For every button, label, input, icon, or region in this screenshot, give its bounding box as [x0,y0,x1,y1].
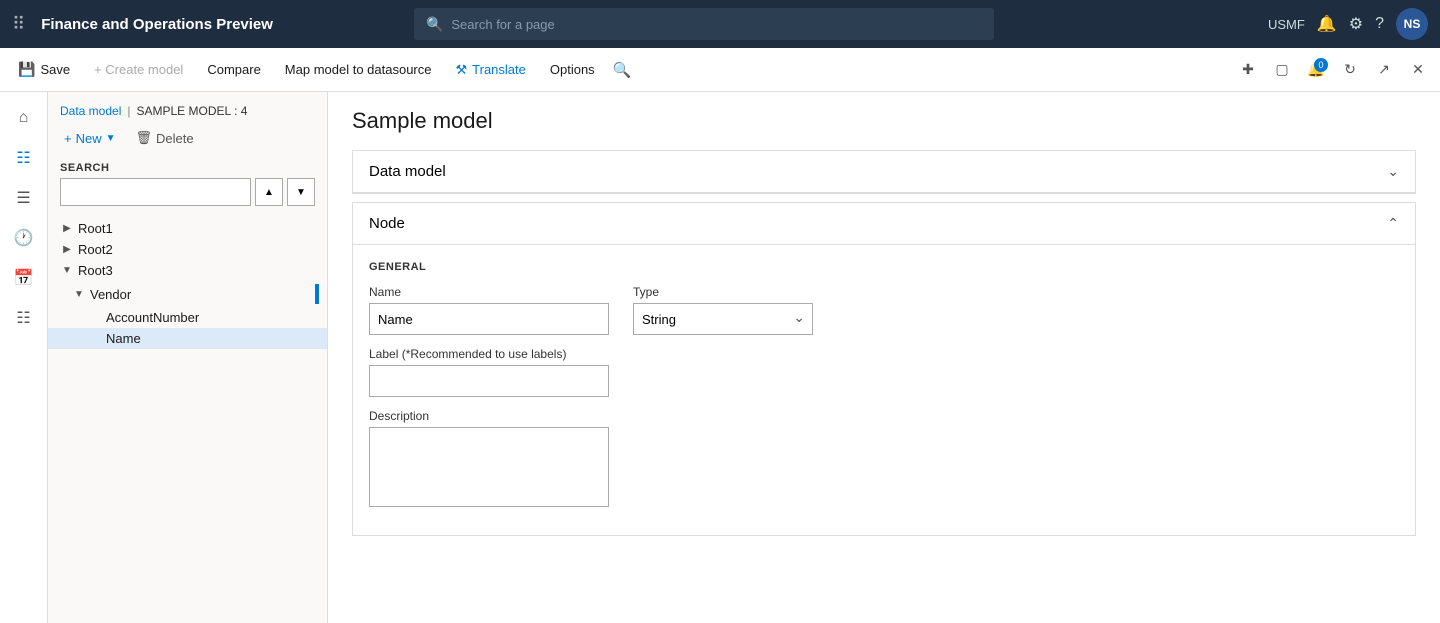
tree-arrow-root1: ▶ [60,222,74,236]
form-left: Name Label (*Recommended to use labels) … [369,285,609,519]
search-section: SEARCH ▲ ▼ [48,158,327,214]
tree-arrow-accountnumber [88,311,102,325]
search-down-arrow[interactable]: ▼ [287,178,315,206]
data-model-chevron-down-icon: ⌄ [1387,163,1399,180]
options-button[interactable]: Options [540,58,605,81]
main-layout: ⌂ ☷ ☰ 🕐 📅 ☷ Data model | SAMPLE MODEL : … [0,92,1440,623]
general-section-title: GENERAL [369,261,1399,273]
sidebar-home-icon[interactable]: ⌂ [6,100,42,136]
top-nav: ⠿ Finance and Operations Preview 🔍 USMF … [0,0,1440,48]
toolbar-close-icon[interactable]: ✕ [1404,56,1432,84]
tree-search-input[interactable] [60,178,251,206]
delete-icon: 🗑 [136,130,153,146]
left-toolbar: + New ▼ 🗑 Delete [48,126,327,158]
tree-item-root3[interactable]: ▼ Root3 [48,260,327,281]
form-row-main: Name Label (*Recommended to use labels) … [369,285,1399,519]
node-accordion: Node ⌃ GENERAL Name Label (*Recommended … [352,202,1416,536]
node-accordion-header[interactable]: Node ⌃ [353,203,1415,245]
drag-handle [315,284,319,304]
delete-button[interactable]: 🗑 Delete [128,126,202,150]
toolbar-refresh-icon[interactable]: ↻ [1336,56,1364,84]
new-button[interactable]: + New ▼ [56,127,124,150]
map-model-button[interactable]: Map model to datasource [275,58,442,81]
tree-arrow-vendor: ▼ [72,287,86,301]
page-title: Sample model [352,108,1416,134]
search-up-arrow[interactable]: ▲ [255,178,283,206]
tree: ▶ Root1 ▶ Root2 ▼ Root3 ▼ Vendor A [48,214,327,615]
sidebar-clock-icon[interactable]: 🕐 [6,220,42,256]
description-form-group: Description [369,409,609,507]
search-row: ▲ ▼ [60,178,315,206]
notification-badge: 0 [1314,58,1328,72]
left-panel: Data model | SAMPLE MODEL : 4 + New ▼ 🗑 … [48,92,328,623]
translate-button[interactable]: ⚒ Translate [446,58,536,82]
type-form-group: Type String Integer Real Date DateTime B… [633,285,813,335]
name-label: Name [369,285,609,299]
label-form-group: Label (*Recommended to use labels) [369,347,609,397]
top-nav-right: USMF 🔔 ⚙ ? NS [1268,8,1428,40]
node-accordion-content: GENERAL Name Label (*Recommended to use … [353,245,1415,535]
bell-icon[interactable]: 🔔 [1317,14,1337,34]
toolbar-layout-icon[interactable]: ▢ [1268,56,1296,84]
node-chevron-up-icon: ⌃ [1387,215,1399,232]
tree-item-root1[interactable]: ▶ Root1 [48,218,327,239]
description-label: Description [369,409,609,423]
breadcrumb-current: SAMPLE MODEL : 4 [137,104,248,118]
sidebar-filter-icon[interactable]: ☷ [6,140,42,176]
new-dropdown-icon: ▼ [106,133,116,144]
type-select[interactable]: String Integer Real Date DateTime Boolea… [633,303,813,335]
search-icon: 🔍 [426,16,443,33]
search-box[interactable]: 🔍 [414,8,994,40]
settings-icon[interactable]: ⚙ [1349,14,1363,34]
name-form-group: Name [369,285,609,335]
node-accordion-title: Node [369,215,405,232]
breadcrumb-link[interactable]: Data model [60,104,121,118]
name-input[interactable] [369,303,609,335]
data-model-accordion: Data model ⌄ [352,150,1416,194]
main-toolbar: 💾 Save + Create model Compare Map model … [0,48,1440,92]
org-label: USMF [1268,17,1305,32]
type-label: Type [633,285,813,299]
breadcrumb: Data model | SAMPLE MODEL : 4 [48,100,327,126]
toolbar-grid-icon[interactable]: ✚ [1234,56,1262,84]
compare-button[interactable]: Compare [197,58,270,81]
sidebar-icons: ⌂ ☷ ☰ 🕐 📅 ☷ [0,92,48,623]
grid-icon[interactable]: ⠿ [12,14,25,35]
description-textarea[interactable] [369,427,609,507]
save-icon: 💾 [18,61,35,78]
type-select-wrapper: String Integer Real Date DateTime Boolea… [633,303,813,335]
translate-icon: ⚒ [456,62,468,78]
tree-arrow-root2: ▶ [60,243,74,257]
right-panel: Sample model Data model ⌄ Node ⌃ GENERAL [328,92,1440,623]
toolbar-right: ✚ ▢ 🔔 0 ↻ ↗ ✕ [1234,56,1432,84]
tree-item-name[interactable]: Name [48,328,327,349]
tree-arrow-name [88,332,102,346]
tree-arrow-root3: ▼ [60,264,74,278]
toolbar-search-icon[interactable]: 🔍 [613,61,632,79]
plus-icon: + [64,131,72,146]
sidebar-calendar-icon[interactable]: 📅 [6,260,42,296]
help-icon[interactable]: ? [1375,15,1384,33]
app-title: Finance and Operations Preview [41,16,273,33]
label-input[interactable] [369,365,609,397]
sidebar-list-icon[interactable]: ☷ [6,300,42,336]
form-right: Type String Integer Real Date DateTime B… [633,285,813,347]
label-label: Label (*Recommended to use labels) [369,347,609,361]
user-avatar[interactable]: NS [1396,8,1428,40]
breadcrumb-separator: | [127,104,130,118]
data-model-accordion-header[interactable]: Data model ⌄ [353,151,1415,193]
tree-item-vendor[interactable]: ▼ Vendor [48,281,327,307]
toolbar-popout-icon[interactable]: ↗ [1370,56,1398,84]
sidebar-menu-icon[interactable]: ☰ [6,180,42,216]
tree-item-accountnumber[interactable]: AccountNumber [48,307,327,328]
search-label: SEARCH [60,162,315,174]
tree-item-root2[interactable]: ▶ Root2 [48,239,327,260]
data-model-accordion-title: Data model [369,163,446,180]
save-button[interactable]: 💾 Save [8,57,80,82]
create-model-button[interactable]: + Create model [84,58,193,81]
toolbar-badge-button[interactable]: 🔔 0 [1302,56,1330,84]
search-input[interactable] [451,17,982,32]
